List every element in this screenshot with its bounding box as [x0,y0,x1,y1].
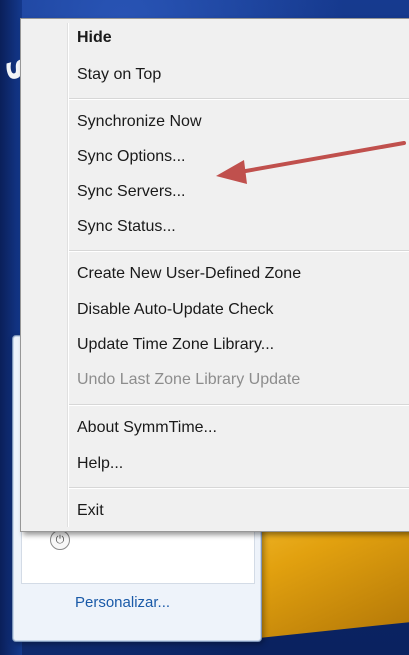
menu-separator [69,98,409,100]
menu-separator [69,250,409,252]
menu-item-create-user-zone[interactable]: Create New User-Defined Zone [77,261,301,287]
menu-item-exit[interactable]: Exit [77,498,104,524]
menu-item-synchronize-now[interactable]: Synchronize Now [77,109,202,135]
clock-icon: ⏻ [50,530,70,550]
menu-item-undo-last-update: Undo Last Zone Library Update [77,371,301,388]
menu-item-sync-options[interactable]: Sync Options... [77,144,186,170]
menu-item-disable-auto-update[interactable]: Disable Auto-Update Check [77,297,274,323]
menu-item-hide[interactable]: Hide [77,25,112,51]
menu-separator [69,487,409,489]
menu-item-stay-on-top[interactable]: Stay on Top [77,62,161,88]
context-menu: Hide Stay on Top Synchronize Now Sync Op… [20,18,409,532]
menu-item-about[interactable]: About SymmTime... [77,415,217,441]
menu-item-sync-status[interactable]: Sync Status... [77,214,176,240]
menu-item-update-time-zone-library[interactable]: Update Time Zone Library... [77,332,274,358]
menu-item-help[interactable]: Help... [77,451,123,477]
menu-separator [69,404,409,406]
menu-item-sync-servers[interactable]: Sync Servers... [77,179,185,205]
personalizar-link[interactable]: Personalizar... [75,594,170,611]
